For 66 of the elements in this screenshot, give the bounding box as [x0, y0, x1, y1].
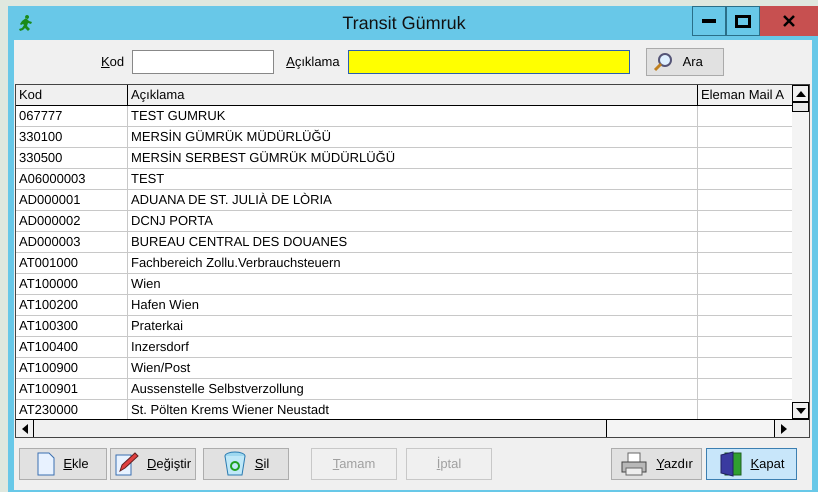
field-label: Açıklama: [286, 53, 340, 72]
maximize-icon: [735, 14, 751, 28]
document-icon: [37, 452, 56, 476]
table-cell: DCNJ PORTA: [128, 211, 698, 231]
table-cell: 067777: [16, 106, 128, 126]
table-cell: AT001000: [16, 253, 128, 273]
edit-button[interactable]: Değiştir: [110, 448, 196, 480]
printer-icon: [620, 452, 648, 476]
table-cell: ADUANA DE ST. JULIÀ DE LÒRIA: [128, 190, 698, 210]
table-cell: Hafen Wien: [128, 295, 698, 315]
vertical-scrollbar[interactable]: [792, 85, 809, 419]
close-button[interactable]: [760, 6, 818, 36]
door-icon: [718, 451, 742, 477]
table-cell: MERSİN SERBEST GÜMRÜK MÜDÜRLÜĞÜ: [128, 148, 698, 168]
recycle-bin-icon: [222, 451, 247, 477]
table-cell: AD000002: [16, 211, 128, 231]
scroll-thumb[interactable]: [34, 420, 607, 437]
table-cell: Aussenstelle Selbstverzollung: [128, 379, 698, 399]
input-field[interactable]: [132, 50, 274, 74]
search-button[interactable]: Ara: [646, 48, 724, 76]
table-cell: AT100000: [16, 274, 128, 294]
scroll-thumb[interactable]: [792, 102, 809, 112]
pencil-document-icon: [114, 452, 139, 476]
scroll-left-button[interactable]: [16, 420, 34, 437]
table-cell: AT100300: [16, 316, 128, 336]
close-button[interactable]: Kapat: [706, 448, 797, 480]
table-cell: TEST GUMRUK: [128, 106, 698, 126]
table-cell: 330100: [16, 127, 128, 147]
column-header[interactable]: Açıklama: [128, 85, 698, 105]
scroll-right-button[interactable]: [774, 420, 792, 437]
table-cell: AT100901: [16, 379, 128, 399]
table-cell: 330500: [16, 148, 128, 168]
table-cell: AD000001: [16, 190, 128, 210]
new-button[interactable]: Ekle: [19, 448, 107, 480]
print-button[interactable]: Yazdır: [611, 448, 702, 480]
table-cell: A06000003: [16, 169, 128, 189]
table-cell: MERSİN GÜMRÜK MÜDÜRLÜĞÜ: [128, 127, 698, 147]
close-icon: [783, 15, 795, 27]
table-cell: Praterkai: [128, 316, 698, 336]
maximize-button[interactable]: [726, 6, 760, 36]
table-cell: AT100400: [16, 337, 128, 357]
minimize-button[interactable]: [692, 6, 726, 36]
table-cell: Wien: [128, 274, 698, 294]
right-arrow-icon: [780, 424, 786, 434]
table-cell: BUREAU CENTRAL DES DOUANES: [128, 232, 698, 252]
left-arrow-icon: [22, 424, 28, 434]
column-header[interactable]: Kod: [16, 85, 128, 105]
delete-button[interactable]: Sil: [203, 448, 289, 480]
table-cell: Fachbereich Zollu.Verbrauchsteuern: [128, 253, 698, 273]
scrollbar-corner: [792, 420, 809, 437]
table-cell: Inzersdorf: [128, 337, 698, 357]
input-field[interactable]: [348, 50, 630, 74]
search-icon: [652, 52, 673, 72]
minimize-icon: [702, 19, 716, 23]
scroll-down-button[interactable]: [792, 402, 809, 419]
down-arrow-icon: [796, 408, 806, 414]
horizontal-scrollbar[interactable]: [16, 419, 809, 437]
table-cell: AT100200: [16, 295, 128, 315]
table-cell: TEST: [128, 169, 698, 189]
field-label: Kod: [101, 53, 124, 72]
window-title: Transit Gümruk: [341, 12, 467, 34]
scroll-up-button[interactable]: [792, 85, 809, 102]
up-arrow-icon: [796, 90, 806, 96]
table-cell: AD000003: [16, 232, 128, 252]
table-cell: AT100900: [16, 358, 128, 378]
table-cell: Wien/Post: [128, 358, 698, 378]
